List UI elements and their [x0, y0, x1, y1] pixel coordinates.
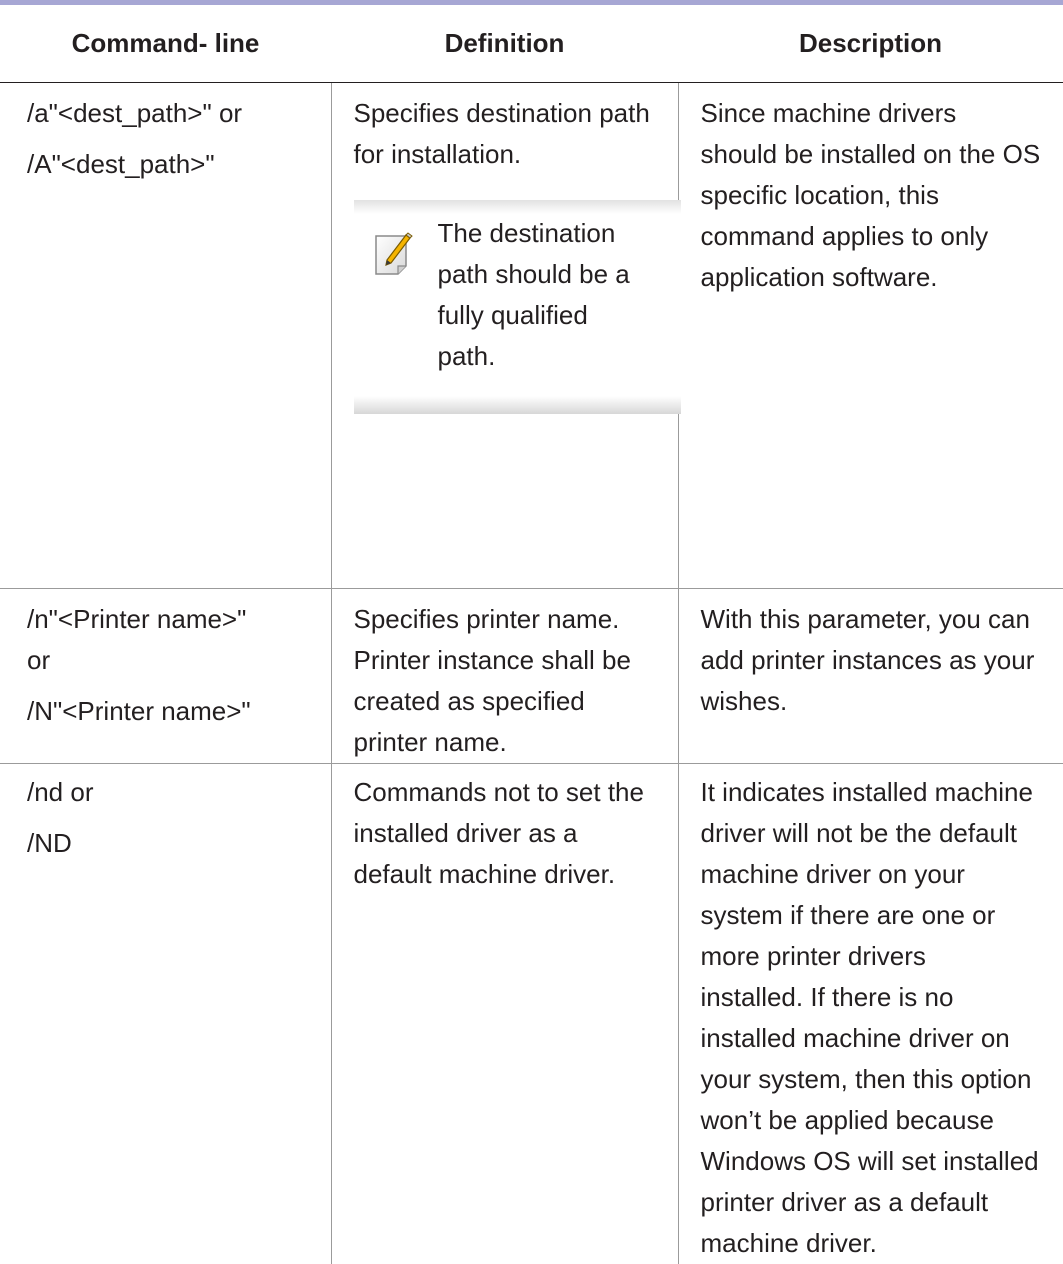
- command-line-table: Command- line Definition Description /a"…: [0, 5, 1063, 1264]
- description-text: won’t be applied because: [701, 1100, 1063, 1141]
- note-line: path.: [438, 336, 678, 377]
- command-line-cell: /n"<Printer name>" or /N"<Printer name>": [0, 589, 331, 764]
- header-description: Description: [678, 5, 1063, 83]
- command-line-text: /N"<Printer name>": [27, 691, 331, 732]
- definition-text: Commands not to set the: [354, 772, 678, 813]
- definition-text: Specifies printer name.: [354, 599, 678, 640]
- description-text: should be installed on the OS: [701, 134, 1063, 175]
- description-cell: Since machine drivers should be installe…: [678, 83, 1063, 589]
- description-text: command applies to only: [701, 216, 1063, 257]
- description-text: more printer drivers: [701, 936, 1063, 977]
- description-text: machine driver.: [701, 1223, 1063, 1264]
- definition-text: created as specified: [354, 681, 678, 722]
- command-line-text: /A"<dest_path>": [27, 144, 331, 185]
- note-line: fully qualified: [438, 295, 678, 336]
- description-text: application software.: [701, 257, 1063, 298]
- definition-text: printer name.: [354, 722, 678, 763]
- description-text: system if there are one or: [701, 895, 1063, 936]
- table-row: /nd or /ND Commands not to set the insta…: [0, 764, 1063, 1264]
- command-line-text: /n"<Printer name>": [27, 599, 331, 640]
- command-line-text: or: [27, 640, 331, 681]
- command-line-text: /ND: [27, 823, 331, 864]
- command-line-cell: /a"<dest_path>" or /A"<dest_path>": [0, 83, 331, 589]
- definition-text: Specifies destination path: [354, 93, 678, 134]
- definition-text: default machine driver.: [354, 854, 678, 895]
- note-line: path should be a: [438, 254, 678, 295]
- definition-text: installed driver as a: [354, 813, 678, 854]
- description-text: add printer instances as your: [701, 640, 1063, 681]
- note-pencil-icon: [372, 232, 418, 278]
- command-line-cell: /nd or /ND: [0, 764, 331, 1264]
- description-text: specific location, this: [701, 175, 1063, 216]
- description-text: Since machine drivers: [701, 93, 1063, 134]
- description-text: your system, then this option: [701, 1059, 1063, 1100]
- header-command-line: Command- line: [0, 5, 331, 83]
- description-text: installed. If there is no: [701, 977, 1063, 1018]
- note-box: The destination path should be a fully q…: [354, 200, 681, 414]
- definition-text: Printer instance shall be: [354, 640, 678, 681]
- header-definition: Definition: [331, 5, 678, 83]
- command-line-text: /a"<dest_path>" or: [27, 93, 331, 134]
- description-text: printer driver as a default: [701, 1182, 1063, 1223]
- description-text: machine driver on your: [701, 854, 1063, 895]
- definition-text: for installation.: [354, 134, 678, 175]
- description-text: wishes.: [701, 681, 1063, 722]
- table-row: /n"<Printer name>" or /N"<Printer name>"…: [0, 589, 1063, 764]
- definition-cell: Commands not to set the installed driver…: [331, 764, 678, 1264]
- description-text: It indicates installed machine: [701, 772, 1063, 813]
- definition-cell: Specifies printer name. Printer instance…: [331, 589, 678, 764]
- description-cell: With this parameter, you can add printer…: [678, 589, 1063, 764]
- description-text: driver will not be the default: [701, 813, 1063, 854]
- document-page: Command- line Definition Description /a"…: [0, 0, 1063, 1176]
- description-text: installed machine driver on: [701, 1018, 1063, 1059]
- command-line-text: /nd or: [27, 772, 331, 813]
- note-text: The destination path should be a fully q…: [438, 213, 678, 377]
- table-header-row: Command- line Definition Description: [0, 5, 1063, 83]
- definition-cell: Specifies destination path for installat…: [331, 83, 678, 589]
- description-cell: It indicates installed machine driver wi…: [678, 764, 1063, 1264]
- description-text: With this parameter, you can: [701, 599, 1063, 640]
- note-line: The destination: [438, 213, 678, 254]
- table-row: /a"<dest_path>" or /A"<dest_path>" Speci…: [0, 83, 1063, 589]
